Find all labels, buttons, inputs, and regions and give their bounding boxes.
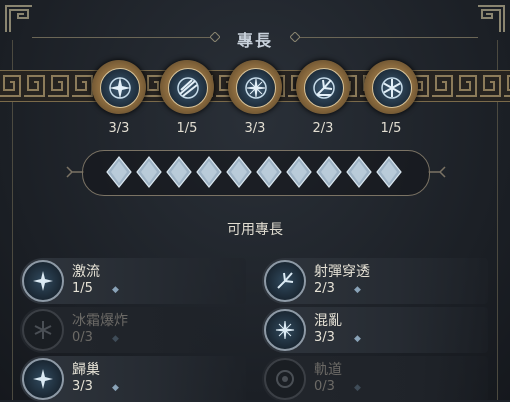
perk-name: 激流 [72, 264, 100, 280]
equipped-perk-1[interactable] [92, 60, 146, 114]
snowflake-icon [381, 77, 403, 99]
compass-star-icon [33, 369, 53, 389]
title-bar: 專長 [0, 22, 510, 52]
perk-count: 3/3 [314, 330, 335, 345]
perk-name: 射彈穿透 [314, 264, 370, 280]
perk-name: 混亂 [314, 313, 342, 329]
diamond-point-icon [316, 156, 342, 188]
perk-card[interactable]: 歸巢 3/3 ◆ [20, 356, 246, 402]
burst-sigil-icon [245, 77, 267, 99]
diamond-point-icon [136, 156, 162, 188]
page-title: 專長 [236, 31, 273, 50]
perk-count: 0/3 [72, 330, 93, 345]
perk-panel: 專長 3/3 1/5 3/3 2/3 1/5 可用專長 激流 1/5 ◆ 射彈穿… [0, 0, 510, 402]
diamond-marker-icon: ◆ [354, 285, 361, 295]
diamond-point-icon [286, 156, 312, 188]
equipped-rank-2: 1/5 [176, 121, 198, 136]
equipped-rank-5: 1/5 [380, 121, 402, 136]
diamond-marker-icon: ◆ [112, 383, 119, 393]
compass-star-icon [33, 271, 53, 291]
perk-card[interactable]: 激流 1/5 ◆ [20, 258, 246, 304]
diamond-point-icon [106, 156, 132, 188]
perk-count: 1/5 [72, 281, 93, 296]
frost-burst-icon [34, 321, 52, 339]
diamond-point-icon [196, 156, 222, 188]
equipped-rank-1: 3/3 [108, 121, 130, 136]
equipped-perk-5[interactable] [364, 60, 418, 114]
orbit-icon [276, 370, 294, 388]
diamond-marker-icon: ◆ [354, 383, 361, 393]
perk-name: 冰霜爆炸 [72, 313, 128, 329]
arrow-volley-icon [177, 77, 199, 99]
diamond-point-icon [376, 156, 402, 188]
equipped-perk-4[interactable] [296, 60, 350, 114]
equipped-rank-4: 2/3 [312, 121, 334, 136]
diamond-marker-icon: ◆ [112, 285, 119, 295]
perk-name: 歸巢 [72, 362, 100, 378]
perk-card[interactable]: 冰霜爆炸 0/3 ◆ [20, 307, 246, 353]
equipped-perk-3[interactable] [228, 60, 282, 114]
perk-count: 2/3 [314, 281, 335, 296]
equipped-rank-3: 3/3 [244, 121, 266, 136]
diamond-point-icon [166, 156, 192, 188]
equipped-perk-2[interactable] [160, 60, 214, 114]
diamond-marker-icon: ◆ [112, 334, 119, 344]
scatter-arrows-icon [277, 272, 294, 289]
diamond-point-icon [346, 156, 372, 188]
burst-sigil-icon [275, 320, 295, 340]
available-perks-heading: 可用專長 [227, 222, 283, 238]
diamond-marker-icon: ◆ [354, 334, 361, 344]
diamond-point-icon [256, 156, 282, 188]
perk-count: 0/3 [314, 379, 335, 394]
perk-card[interactable]: 射彈穿透 2/3 ◆ [262, 258, 488, 304]
scatter-arrows-icon [313, 77, 335, 99]
perk-card[interactable]: 混亂 3/3 ◆ [262, 307, 488, 353]
compass-star-icon [109, 77, 131, 99]
tray-end-ornament [428, 166, 446, 178]
perk-count: 3/3 [72, 379, 93, 394]
perk-name: 軌道 [314, 362, 342, 378]
diamond-point-icon [226, 156, 252, 188]
perk-card[interactable]: 軌道 0/3 ◆ [262, 356, 488, 402]
